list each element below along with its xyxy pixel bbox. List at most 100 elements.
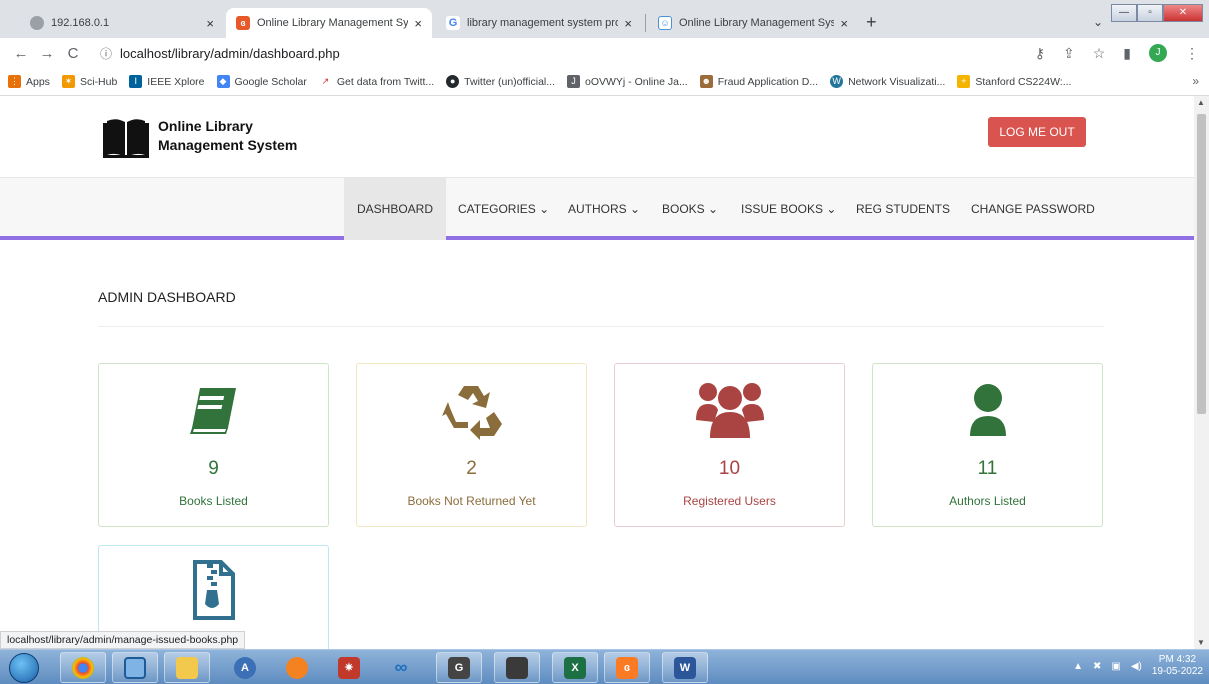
tab-search-icon[interactable]: ⌄ xyxy=(1088,12,1108,32)
book-icon xyxy=(189,388,236,434)
books-not-returned-label: Books Not Returned Yet xyxy=(407,494,536,508)
card-registered-users[interactable]: 10 Registered Users xyxy=(614,363,845,527)
bookmark-stanford[interactable]: + Stanford CS224W:... xyxy=(957,75,1071,88)
key-icon[interactable]: ⚷ xyxy=(1035,45,1045,62)
bookmark-scholar[interactable]: ◆ Google Scholar xyxy=(216,75,307,88)
site-info-icon[interactable]: ⓘ xyxy=(100,45,112,62)
page-scrollbar[interactable]: ▲ ▼ xyxy=(1194,96,1209,649)
library-icon: ɞ xyxy=(236,16,250,30)
window-close-icon[interactable]: ✕ xyxy=(1163,4,1203,22)
toolbar-actions: ⚷ ⇪ ☆ ▮ J ⋮ xyxy=(1035,44,1199,62)
tab-google-search[interactable]: G library management system proj × xyxy=(436,8,642,38)
tray-volume-icon[interactable]: ◀) xyxy=(1131,661,1142,672)
card-authors-listed[interactable]: 11 Authors Listed xyxy=(872,363,1103,527)
blender-icon xyxy=(286,656,308,679)
users-icon xyxy=(695,383,764,438)
tray-network-icon[interactable]: ▣ xyxy=(1111,661,1120,672)
card-books-not-returned[interactable]: 2 Books Not Returned Yet xyxy=(356,363,587,527)
logout-button[interactable]: LOG ME OUT xyxy=(988,117,1086,147)
share-icon[interactable]: ⇪ xyxy=(1063,45,1075,62)
chrome-icon xyxy=(72,656,94,679)
new-tab-button[interactable]: + xyxy=(866,12,877,33)
bookmark-network[interactable]: W Network Visualizati... xyxy=(830,75,945,88)
scrollbar-thumb[interactable] xyxy=(1197,114,1206,414)
start-button[interactable] xyxy=(4,650,44,684)
windows-orb-icon xyxy=(9,652,39,683)
taskbar-clock[interactable]: PM 4:32 19-05-2022 xyxy=(1152,654,1203,678)
explorer-icon xyxy=(176,656,198,679)
menu-dashboard[interactable]: DASHBOARD xyxy=(344,178,447,240)
taskbar-spider[interactable]: ✷ xyxy=(326,652,372,683)
browser-toolbar: ← → C ⓘ localhost/library/admin/dashboar… xyxy=(0,38,1209,68)
tray-network-warning-icon[interactable]: ✖ xyxy=(1093,661,1101,672)
main-menu: DASHBOARD CATEGORIES ⌄ AUTHORS ⌄ BOOKS ⌄… xyxy=(0,178,1194,240)
close-tab-icon[interactable]: × xyxy=(414,16,422,31)
scroll-down-icon[interactable]: ▼ xyxy=(1197,638,1205,647)
taskbar-xampp[interactable]: ɞ xyxy=(604,652,650,683)
taskbar-blender[interactable] xyxy=(274,652,320,683)
address-bar[interactable]: ⓘ localhost/library/admin/dashboard.php xyxy=(100,41,1030,65)
site-header: Online Library Management System LOG ME … xyxy=(0,96,1194,178)
logo-line-2: Management System xyxy=(158,137,298,153)
taskbar-chrome[interactable] xyxy=(60,652,106,683)
menu-authors[interactable]: AUTHORS ⌄ xyxy=(555,178,653,240)
browser-tab-strip: 192.168.0.1 × ɞ Online Library Managemen… xyxy=(0,0,1209,38)
tab-router[interactable]: 192.168.0.1 × xyxy=(20,8,224,38)
sublime-icon xyxy=(506,656,528,679)
taskbar-explorer[interactable] xyxy=(164,652,210,683)
bookmarks-bar: ⋮ Apps ✶ Sci-Hub I IEEE Xplore ◆ Google Scho… xyxy=(0,68,1209,96)
bookmark-ieee[interactable]: I IEEE Xplore xyxy=(129,75,205,88)
back-icon[interactable]: ← xyxy=(8,45,34,62)
close-tab-icon[interactable]: × xyxy=(206,16,214,31)
tab-library-2[interactable]: ☺ Online Library Management Syst × xyxy=(648,8,858,38)
taskbar-sublime[interactable] xyxy=(494,652,540,683)
ieee-icon: I xyxy=(129,75,143,88)
menu-reg-students[interactable]: REG STUDENTS xyxy=(843,178,963,240)
windows-taskbar: A ✷ ∞ G X ɞ W ▲ ✖ ▣ ◀) PM 4:32 19-05-202… xyxy=(0,649,1209,684)
fraud-icon: ☻ xyxy=(699,75,713,88)
bookmark-jdoodle[interactable]: JoOVWYj - Online Ja... xyxy=(567,75,688,88)
maximize-icon[interactable]: ▫ xyxy=(1137,4,1163,22)
bookmark-apps[interactable]: ⋮ Apps xyxy=(8,75,50,88)
registered-users-label: Registered Users xyxy=(683,494,776,508)
minimize-icon[interactable]: — xyxy=(1111,4,1137,22)
profile-avatar[interactable]: J xyxy=(1149,44,1167,62)
taskbar-gimp[interactable]: G xyxy=(436,652,482,683)
books-not-returned-count: 2 xyxy=(466,458,477,479)
tray-expand-icon[interactable]: ▲ xyxy=(1073,661,1083,672)
bookmark-star-icon[interactable]: ☆ xyxy=(1093,45,1106,62)
user-icon xyxy=(969,384,1006,436)
menu-books[interactable]: BOOKS ⌄ xyxy=(649,178,731,240)
forward-icon[interactable]: → xyxy=(34,45,60,62)
bookmark-scihub[interactable]: ✶ Sci-Hub xyxy=(61,75,117,88)
close-tab-icon[interactable]: × xyxy=(840,16,848,31)
anaconda-icon: A xyxy=(234,656,256,679)
kebab-menu-icon[interactable]: ⋮ xyxy=(1185,45,1199,62)
bookmark-twitter-data[interactable]: ↗ Get data from Twitt... xyxy=(318,75,434,88)
menu-issue-books[interactable]: ISSUE BOOKS ⌄ xyxy=(728,178,849,240)
taskbar-word[interactable]: W xyxy=(662,652,708,683)
side-panel-icon[interactable]: ▮ xyxy=(1123,45,1131,62)
bookmark-fraud[interactable]: ☻ Fraud Application D... xyxy=(699,75,818,88)
taskbar-anaconda[interactable]: A xyxy=(222,652,268,683)
menu-change-password[interactable]: CHANGE PASSWORD xyxy=(958,178,1108,240)
stanford-icon: + xyxy=(957,75,971,88)
page-title: ADMIN DASHBOARD xyxy=(98,289,236,305)
logo-line-1: Online Library xyxy=(158,118,253,134)
menu-categories[interactable]: CATEGORIES ⌄ xyxy=(445,178,562,240)
site-logo-text[interactable]: Online Library Management System xyxy=(158,117,297,155)
close-tab-icon[interactable]: × xyxy=(624,16,632,31)
card-books-listed[interactable]: 9 Books Listed xyxy=(98,363,329,527)
tab-title: library management system proj xyxy=(467,17,619,29)
reload-icon[interactable]: C xyxy=(60,45,86,62)
taskbar-infinity[interactable]: ∞ xyxy=(378,652,424,683)
taskbar-virtualbox[interactable] xyxy=(112,652,158,683)
spider-icon: ✷ xyxy=(338,656,360,679)
bookmarks-overflow-icon[interactable]: » xyxy=(1192,74,1199,88)
taskbar-excel[interactable]: X xyxy=(552,652,598,683)
scroll-up-icon[interactable]: ▲ xyxy=(1197,98,1205,107)
tab-library-dashboard[interactable]: ɞ Online Library Management Syst × xyxy=(226,8,432,38)
file-zip-icon xyxy=(192,560,235,620)
scholar-icon: ◆ xyxy=(216,75,230,88)
bookmark-github[interactable]: ● Twitter (un)official... xyxy=(446,75,555,88)
